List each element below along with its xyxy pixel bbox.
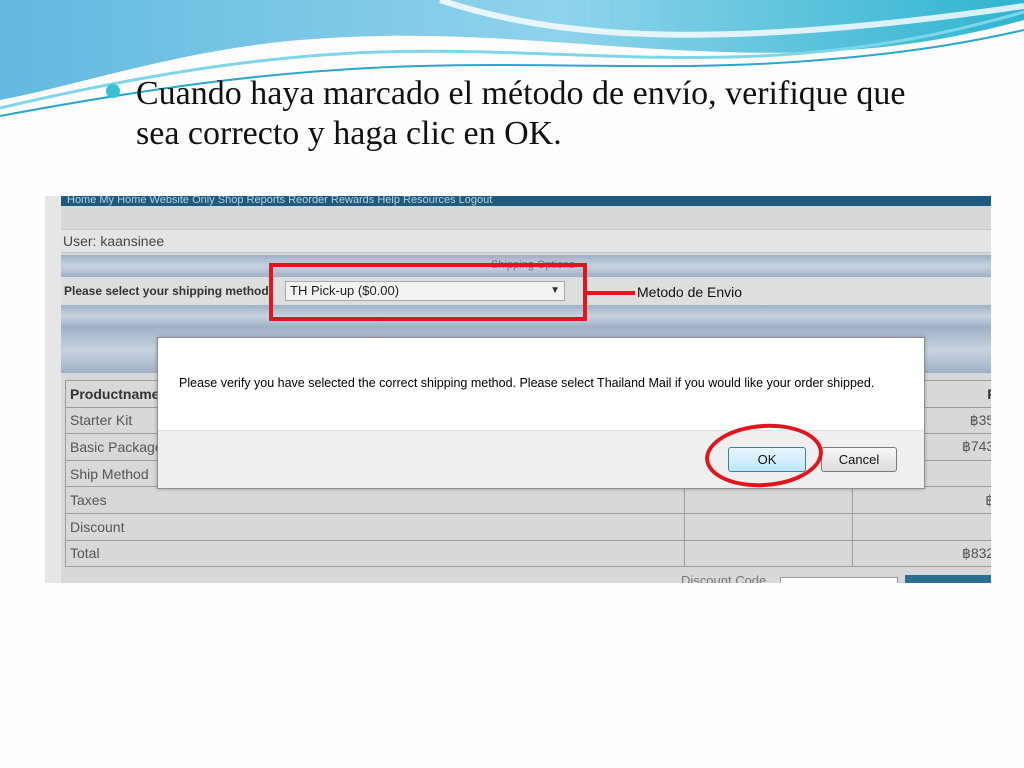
table-row: Taxes ฿5 [64, 486, 991, 514]
highlight-connector [587, 291, 635, 295]
confirm-dialog: Please verify you have selected the corr… [157, 337, 925, 489]
nav-bar: Home My Home Website Only Shop Reports R… [61, 196, 991, 206]
bullet-text: Cuando haya marcado el método de envío, … [136, 75, 906, 152]
table-cell: Discount [64, 512, 686, 541]
table-cell [684, 486, 854, 514]
table-cell [684, 512, 854, 541]
discount-code-input[interactable] [780, 577, 898, 583]
table-cell: ฿5 [852, 486, 991, 514]
table-cell: Total [64, 539, 686, 568]
user-label: User: kaansinee [61, 229, 991, 253]
table-cell: ฿8324 [852, 539, 991, 568]
highlight-box [269, 263, 587, 321]
discount-apply-button[interactable] [905, 575, 991, 583]
table-cell: Taxes [64, 486, 686, 514]
cancel-button[interactable]: Cancel [821, 447, 897, 472]
annotation-label: Metodo de Envio [637, 284, 743, 300]
dialog-footer: OK Cancel [158, 430, 924, 488]
bullet-dot-icon [106, 84, 120, 98]
shipping-prompt: Please select your shipping method [64, 284, 269, 298]
table-cell [684, 539, 854, 568]
table-row: Total ฿8324 [64, 539, 991, 568]
discount-code-label: Discount Code [681, 573, 767, 583]
dialog-message: Please verify you have selected the corr… [179, 376, 875, 390]
table-cell [852, 512, 991, 541]
ok-button[interactable]: OK [728, 447, 806, 472]
table-row: Discount [64, 512, 991, 541]
